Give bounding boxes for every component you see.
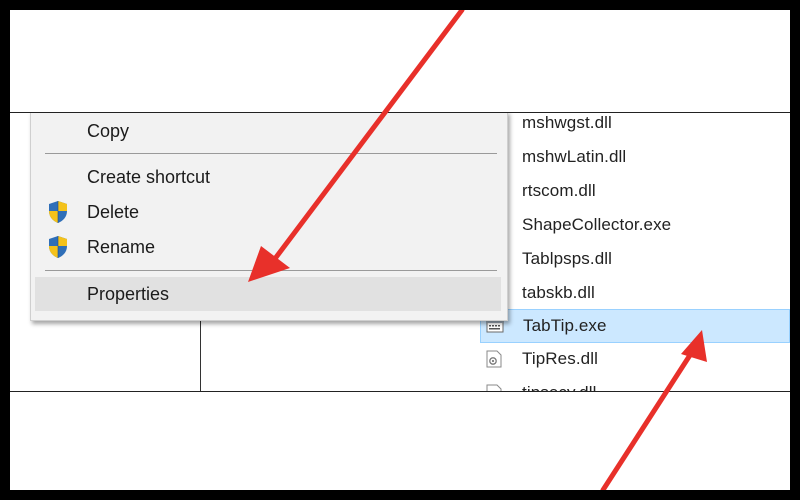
top-margin [10, 10, 790, 113]
menu-item-create-shortcut[interactable]: Create shortcut [35, 160, 501, 194]
menu-item-rename[interactable]: Rename [35, 230, 501, 264]
file-item[interactable]: ShapeCollector.exe [480, 209, 790, 241]
file-name: TabTip.exe [523, 316, 607, 335]
file-name: tabskb.dll [522, 283, 595, 302]
file-name: Tablpsps.dll [522, 249, 613, 268]
menu-item-label: Delete [87, 201, 140, 222]
explorer-screenshot: mshwgst.dll mshwLatin.dll rtscom.dll Sha… [10, 113, 790, 391]
menu-item-label: Properties [87, 283, 170, 304]
menu-separator [45, 153, 497, 154]
uac-shield-icon [49, 201, 67, 223]
file-name: mshwLatin.dll [522, 147, 627, 166]
file-name: ShapeCollector.exe [522, 215, 672, 234]
menu-item-properties[interactable]: Properties [35, 277, 501, 311]
file-name: TipRes.dll [522, 349, 598, 368]
file-name: tipsecy.dll [522, 383, 596, 391]
file-item[interactable]: tipsecy.dll [480, 377, 790, 391]
file-item[interactable]: tabskb.dll [480, 277, 790, 309]
file-item[interactable]: mshwLatin.dll [480, 141, 790, 173]
menu-item-delete[interactable]: Delete [35, 195, 501, 229]
file-name: rtscom.dll [522, 181, 596, 200]
menu-item-copy[interactable]: Copy [35, 114, 501, 148]
file-item[interactable]: rtscom.dll [480, 175, 790, 207]
uac-shield-icon [49, 236, 67, 258]
context-menu: Copy Create shortcut Delete Rename Prope… [30, 113, 508, 321]
file-item-selected[interactable]: TabTip.exe [480, 309, 790, 343]
dll-file-icon [486, 350, 502, 368]
file-item[interactable]: mshwgst.dll [480, 113, 790, 139]
bottom-margin [10, 391, 790, 490]
menu-item-label: Copy [87, 120, 130, 141]
menu-item-label: Rename [87, 236, 156, 257]
image-frame: mshwgst.dll mshwLatin.dll rtscom.dll Sha… [10, 10, 790, 490]
file-item[interactable]: TipRes.dll [480, 343, 790, 375]
dll-file-icon [486, 384, 502, 391]
menu-item-label: Create shortcut [87, 166, 211, 187]
file-item[interactable]: Tablpsps.dll [480, 243, 790, 275]
file-name: mshwgst.dll [522, 113, 612, 132]
menu-separator [45, 270, 497, 271]
